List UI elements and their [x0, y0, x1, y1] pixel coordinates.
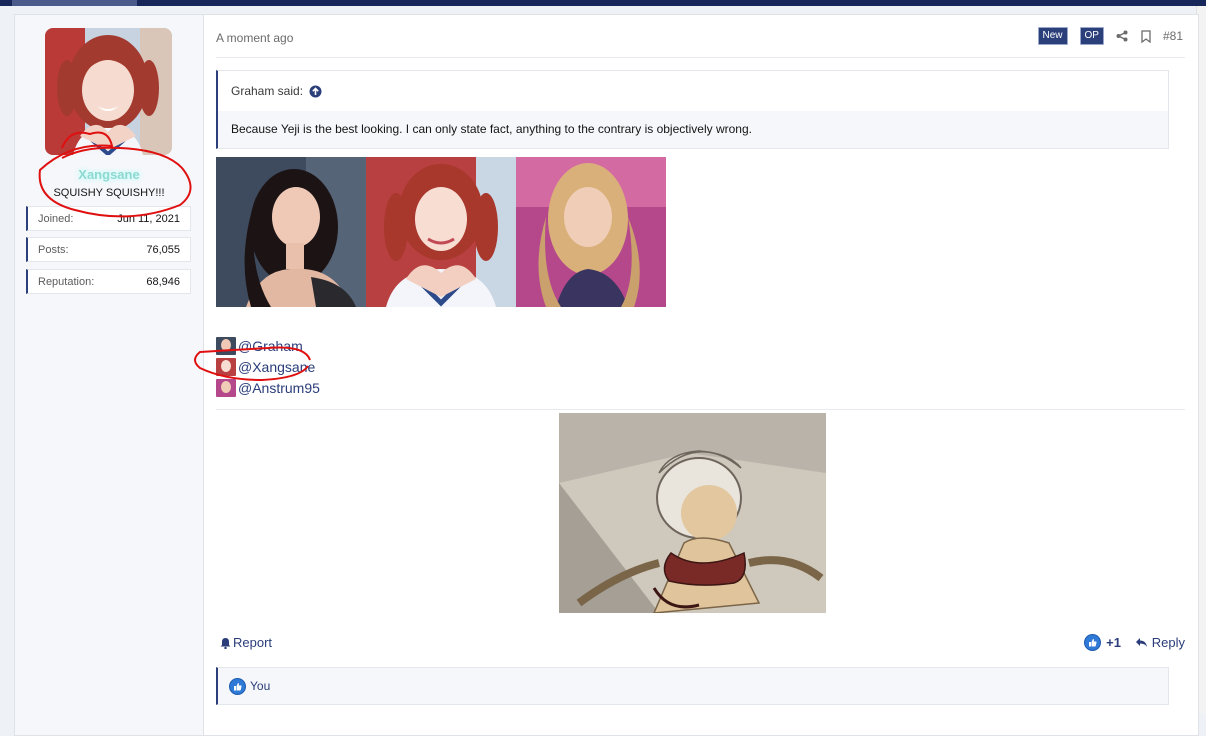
reactions-summary-text[interactable]: You: [250, 679, 270, 693]
mention-avatar: [216, 336, 236, 355]
header-divider: [216, 57, 1185, 58]
avatar[interactable]: [45, 28, 172, 155]
mention-item[interactable]: @Anstrum95: [216, 377, 320, 398]
mention-item[interactable]: @Xangsane: [216, 356, 320, 377]
quote-header[interactable]: Graham said:: [231, 84, 322, 98]
stat-label: Reputation:: [38, 276, 95, 288]
quote-text: Because Yeji is the best looking. I can …: [218, 111, 1168, 148]
mention-link[interactable]: @Graham: [238, 338, 303, 354]
mention-avatar: [216, 357, 236, 376]
active-nav-tab[interactable]: [12, 0, 137, 6]
post-image-2[interactable]: [366, 157, 516, 307]
stat-value[interactable]: 76,055: [146, 244, 180, 256]
op-badge: OP: [1079, 27, 1104, 45]
stat-label: Joined:: [38, 213, 74, 225]
report-button[interactable]: Report: [220, 635, 272, 650]
stat-reputation: Reputation: 68,946: [26, 269, 191, 294]
post-number[interactable]: #81: [1163, 29, 1183, 43]
stat-value: 68,946: [146, 276, 180, 288]
bell-icon: [220, 637, 231, 649]
post-actions: Report +1 Reply: [216, 633, 1185, 653]
reaction-button[interactable]: +1: [1084, 634, 1121, 651]
stat-joined: Joined: Jun 11, 2021: [26, 206, 191, 231]
mention-link[interactable]: @Xangsane: [238, 359, 315, 375]
mention-link[interactable]: @Anstrum95: [238, 380, 320, 396]
top-nav-bar: [0, 0, 1206, 6]
user-title: SQUISHY SQUISHY!!!: [53, 187, 165, 199]
like-icon: [1084, 634, 1102, 651]
mention-item[interactable]: @Graham: [216, 335, 320, 356]
new-badge: New: [1037, 27, 1068, 45]
image-row: [216, 157, 666, 307]
arrow-up-circle-icon[interactable]: [309, 85, 322, 98]
stat-posts: Posts: 76,055: [26, 237, 191, 262]
post-image-1[interactable]: [216, 157, 366, 307]
reply-label: Reply: [1151, 635, 1185, 650]
post-timestamp[interactable]: A moment ago: [216, 31, 293, 45]
forum-post: Xangsane SQUISHY SQUISHY!!! Joined: Jun …: [14, 14, 1199, 736]
stat-label: Posts:: [38, 244, 69, 256]
stat-value: Jun 11, 2021: [117, 213, 180, 225]
embedded-gif[interactable]: [559, 413, 826, 613]
user-info-column: Xangsane SQUISHY SQUISHY!!! Joined: Jun …: [15, 15, 204, 735]
reply-button[interactable]: Reply: [1135, 635, 1185, 650]
bookmark-icon[interactable]: [1140, 29, 1152, 43]
reply-arrow-icon: [1135, 638, 1147, 647]
reaction-count[interactable]: +1: [1106, 635, 1121, 650]
quote-author: Graham said:: [231, 84, 304, 98]
post-main: A moment ago New OP #81 Graham said: Bec…: [204, 15, 1198, 735]
username[interactable]: Xangsane: [15, 167, 203, 182]
quote-block: Graham said: Because Yeji is the best lo…: [216, 70, 1169, 149]
report-label: Report: [233, 635, 273, 650]
mention-avatar: [216, 378, 236, 397]
post-image-3[interactable]: [516, 157, 666, 307]
share-icon[interactable]: [1116, 29, 1128, 43]
like-icon: [229, 677, 246, 695]
reactions-summary-bar[interactable]: You: [216, 667, 1169, 705]
post-header-actions: New OP #81: [1026, 27, 1183, 45]
mention-list: @Graham @Xangsane @Anstrum95: [216, 335, 320, 398]
content-divider: [216, 409, 1185, 410]
